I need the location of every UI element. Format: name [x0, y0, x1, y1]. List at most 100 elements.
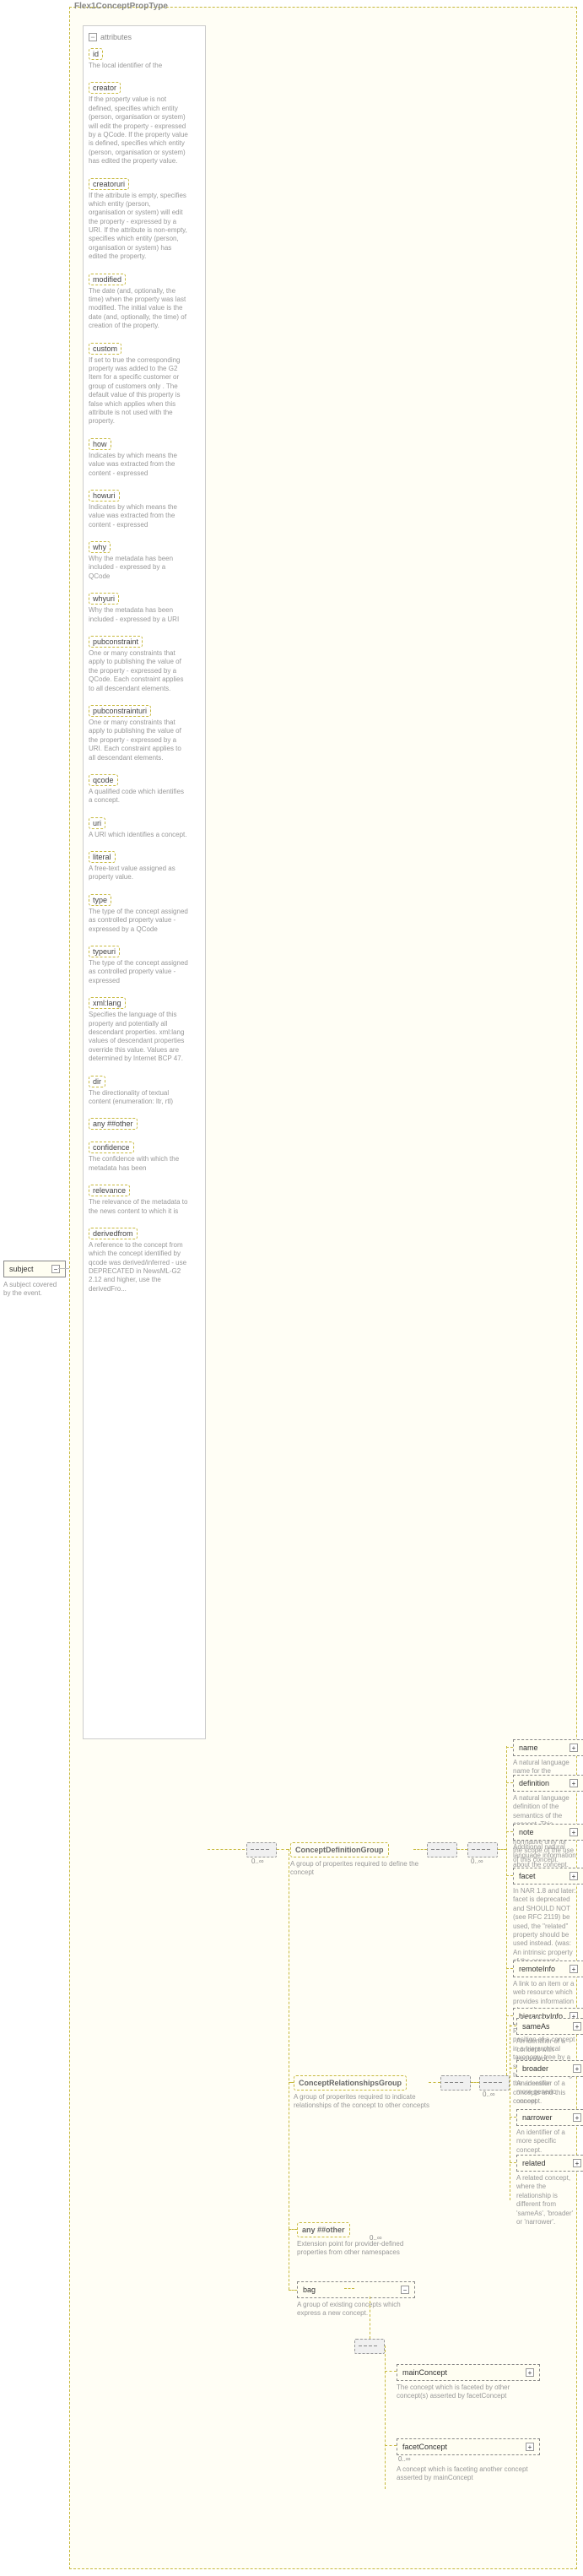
attr-name[interactable]: custom — [89, 343, 121, 355]
connector — [506, 1831, 513, 1832]
connector — [208, 1849, 245, 1850]
attr-name[interactable]: why — [89, 541, 111, 553]
connector — [344, 2288, 354, 2289]
connector — [289, 2290, 297, 2291]
subject-box[interactable]: subject− — [3, 1261, 66, 1277]
attr-desc: If the attribute is empty, specifies whi… — [89, 192, 188, 262]
expand-icon[interactable]: + — [570, 1965, 578, 1973]
expand-icon[interactable]: + — [570, 1744, 578, 1752]
element-box[interactable]: remoteInfo+ — [513, 1960, 583, 1977]
bag-element: bag− A group of existing concepts which … — [297, 2281, 415, 2318]
expand-icon[interactable]: + — [570, 1779, 578, 1787]
attr-name[interactable]: derivedfrom — [89, 1228, 138, 1239]
attr-name[interactable]: any ##other — [89, 1118, 138, 1130]
multiplicity: 0..∞ — [471, 1857, 483, 1865]
attr-literal: literalA free-text value assigned as pro… — [89, 851, 200, 882]
attr-desc: The date (and, optionally, the time) whe… — [89, 287, 188, 331]
sequence-icon — [427, 1842, 457, 1857]
cdg-note: note+Additional natural language informa… — [513, 1824, 579, 1869]
main-concept-box[interactable]: mainConcept+ — [397, 2364, 540, 2381]
multiplicity: 0..∞ — [251, 1857, 264, 1865]
attr-desc: The type of the concept assigned as cont… — [89, 908, 188, 934]
attr-whyuri: whyuriWhy the metadata has been included… — [89, 593, 200, 624]
connector — [510, 2068, 516, 2069]
attr-name[interactable]: creator — [89, 82, 121, 94]
crg-related: related+A related concept, where the rel… — [516, 2155, 580, 2226]
attr-why: whyWhy the metadata has been included - … — [89, 541, 200, 581]
element-box[interactable]: related+ — [516, 2155, 583, 2172]
attr-relevance: relevance The relevance of the metadata t… — [89, 1185, 200, 1216]
bag-box[interactable]: bag− — [297, 2281, 415, 2298]
attr-name[interactable]: type — [89, 894, 111, 906]
any-other: any ##other Extension point for provider… — [297, 2222, 415, 2242]
expand-icon[interactable]: + — [570, 1872, 578, 1880]
subject-desc: A subject covered by the event. — [3, 1281, 61, 1299]
connector — [429, 2082, 440, 2083]
expand-icon[interactable]: + — [526, 2368, 534, 2377]
element-box[interactable]: note+ — [513, 1824, 583, 1841]
facet-concept-box[interactable]: facetConcept+ — [397, 2438, 540, 2455]
element-box[interactable]: sameAs+ — [516, 2018, 583, 2035]
attr-name[interactable]: how — [89, 438, 111, 450]
attr-name[interactable]: modified — [89, 274, 126, 285]
multiplicity: 0..∞ — [483, 2091, 495, 2098]
expand-icon[interactable]: + — [573, 2159, 581, 2167]
attr-name[interactable]: creatoruri — [89, 178, 129, 190]
connector — [277, 1849, 289, 1850]
attr-desc: If set to true the corresponding propert… — [89, 356, 188, 426]
expand-icon[interactable]: + — [573, 2113, 581, 2122]
attr-desc: One or many constraints that apply to pu… — [89, 719, 188, 762]
attr-name[interactable]: dir — [89, 1076, 105, 1087]
element-box[interactable]: definition+ — [513, 1775, 583, 1792]
attr-name[interactable]: relevance — [89, 1185, 130, 1196]
expand-icon[interactable]: + — [526, 2443, 534, 2451]
collapse-icon[interactable]: − — [401, 2286, 409, 2294]
expand-icon[interactable]: + — [573, 2064, 581, 2073]
attr-name[interactable]: howuri — [89, 490, 120, 502]
attr-xmllang: xml:lang Specifies the language of this p… — [89, 997, 200, 1063]
attributes-header[interactable]: −attributes — [89, 33, 200, 41]
attr-desc: The confidence with which the metadata h… — [89, 1155, 188, 1173]
attr-how: howIndicates by which means the value wa… — [89, 438, 200, 478]
attr-name[interactable]: typeuri — [89, 946, 120, 957]
attr-confidence: confidence The confidence with which the … — [89, 1142, 200, 1173]
element-desc: An identifier of a more generic concept. — [516, 2080, 579, 2106]
collapse-icon[interactable]: − — [51, 1265, 60, 1273]
attr-name[interactable]: id — [89, 48, 103, 60]
element-box[interactable]: broader+ — [516, 2060, 583, 2077]
attr-name[interactable]: whyuri — [89, 593, 119, 605]
attr-howuri: howuriIndicates by which means the value… — [89, 490, 200, 529]
attr-desc: The type of the concept assigned as cont… — [89, 959, 188, 985]
connector — [498, 1849, 506, 1850]
crg-broader: broader+ An identifier of a more generic … — [516, 2060, 580, 2106]
attr-name[interactable]: confidence — [89, 1142, 134, 1153]
attr-qcode: qcode A qualified code which identifies a… — [89, 774, 200, 805]
attr-creatoruri: creatoruri If the attribute is empty, spe… — [89, 178, 200, 262]
connector — [413, 1849, 427, 1850]
attr-desc: The directionality of textual content (e… — [89, 1089, 188, 1107]
attr-name[interactable]: literal — [89, 851, 116, 863]
attr-name[interactable]: pubconstrainturi — [89, 705, 151, 717]
connector — [510, 2162, 516, 2163]
attr-desc: Specifies the language of this property … — [89, 1011, 188, 1063]
expand-icon[interactable]: + — [570, 1828, 578, 1836]
element-box[interactable]: name+ — [513, 1739, 583, 1756]
expand-icon[interactable]: + — [573, 2022, 581, 2031]
attr-name[interactable]: pubconstraint — [89, 636, 143, 648]
connector — [506, 2015, 513, 2016]
attr-name[interactable]: xml:lang — [89, 997, 126, 1009]
collapse-icon[interactable]: − — [89, 33, 97, 41]
element-box[interactable]: narrower+ — [516, 2109, 583, 2126]
attr-name[interactable]: uri — [89, 817, 105, 829]
attr-desc: A URI which identifies a concept. — [89, 831, 188, 839]
attr-desc: The relevance of the metadata to the new… — [89, 1198, 188, 1216]
attr-dir: dir The directionality of textual content… — [89, 1076, 200, 1107]
attributes-panel: −attributes idThe local identifier of th… — [83, 25, 206, 1739]
attr-modified: modified The date (and, optionally, the t… — [89, 274, 200, 331]
element-box[interactable]: facet+ — [513, 1868, 583, 1885]
attr-desc: A qualified code which identifies a conc… — [89, 788, 188, 805]
facet-concept: facetConcept+ 0..∞ A concept which is fa… — [397, 2438, 540, 2483]
connector — [58, 1268, 69, 1269]
attr-name[interactable]: qcode — [89, 774, 118, 786]
attr-anyother: any ##other — [89, 1118, 200, 1130]
